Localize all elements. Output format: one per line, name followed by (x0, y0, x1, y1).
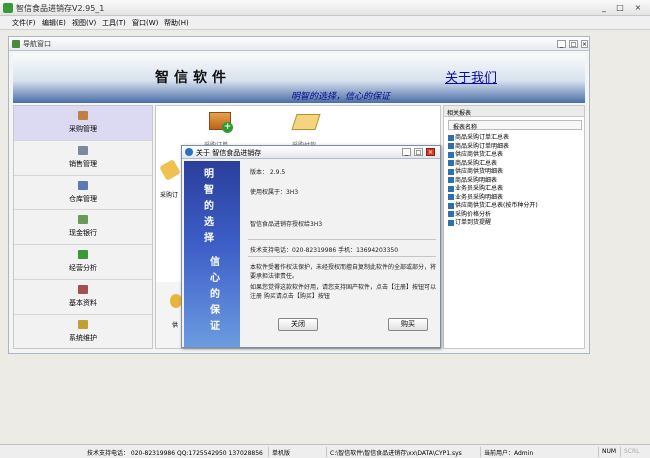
app-icon (3, 3, 13, 13)
payment-shortcut-icon[interactable] (291, 114, 321, 130)
purchase-icon (78, 111, 88, 120)
sidebar-item-maintenance[interactable]: 系统维护 (14, 315, 152, 350)
basic-data-icon (78, 285, 88, 294)
purchase-order-shortcut[interactable]: + (209, 108, 233, 138)
sidebar-item-label: 基本资料 (69, 299, 97, 307)
dialog-close-icon[interactable]: × (426, 148, 435, 156)
side-text-char: 信 (210, 257, 220, 268)
about-dialog: 关于 智信食品进销存 _ □ × 明 智 的 选 择 信 心 的 保 证 版本：… (181, 145, 441, 348)
status-bar: 技术支持电话： 020-82319986 QQ:1725542950 13702… (0, 444, 650, 458)
brand-name: 智信软件 (155, 70, 231, 86)
sales-icon (78, 145, 88, 155)
related-reports-panel: 相关报表 报表名称 商品采购订单汇总表 商品采购订单明细表 供应商供货汇总表 商… (443, 105, 585, 349)
menu-tools[interactable]: 工具(T) (100, 17, 128, 29)
procurement-icon[interactable] (159, 159, 181, 181)
status-num: NUM (598, 447, 619, 457)
side-text-char: 证 (210, 321, 220, 332)
banner: 智信软件 关于我们 明智的选择，信心的保证 (13, 53, 585, 103)
title-bar: 智信食品进销存V2.95_1 _ □ × (0, 0, 650, 16)
about-us-link[interactable]: 关于我们 (445, 67, 497, 86)
about-dialog-title: 关于 智信食品进销存 (196, 149, 262, 157)
register-hint-text: 如果您觉得这款软件好用，请您支持国产软件，点击【注册】按钮可以注册 购买请点击【… (250, 284, 437, 300)
sidebar-item-purchase[interactable]: 采购管理 (14, 106, 152, 141)
side-text-char: 选 (204, 217, 214, 228)
close-button[interactable]: 关闭 (278, 318, 318, 331)
sidebar-item-label: 采购管理 (69, 125, 97, 133)
sidebar-item-basic-data[interactable]: 基本资料 (14, 280, 152, 315)
dialog-minimize-icon[interactable]: _ (402, 148, 411, 156)
supplier-shortcut[interactable]: 供 (156, 282, 184, 348)
minimize-icon[interactable]: _ (598, 2, 610, 13)
app-title: 智信食品进销存V2.95_1 (16, 4, 105, 13)
navigation-window-icon (12, 40, 20, 48)
divider (248, 256, 436, 257)
nav-maximize-icon[interactable]: □ (569, 40, 578, 48)
report-icon (448, 219, 454, 226)
status-current-user: 当前用户：Admin (480, 447, 536, 457)
maximize-icon[interactable]: □ (614, 2, 626, 13)
license-text: 智信食品进销存授权给3H3 (250, 221, 323, 228)
copyright-text: 本软件受著作权法保护，未经授权而擅自复制此软件的全部或部分，将要承担法律责任。 (250, 264, 437, 280)
status-data-path: C:\智信软件\智信食品进销存\xx\DATA\CYP1.sys (326, 447, 465, 457)
sidebar-item-label: 系统维护 (69, 333, 97, 342)
sidebar-item-label: 现金银行 (69, 229, 97, 238)
divider (248, 239, 436, 240)
side-text-char: 保 (210, 305, 220, 316)
warehouse-icon (78, 180, 88, 190)
sidebar-item-analysis[interactable]: 经营分析 (14, 245, 152, 280)
side-text-char: 心 (210, 273, 220, 284)
maintenance-icon (78, 319, 88, 329)
reports-column-header[interactable]: 报表名称 (448, 120, 582, 131)
sidebar-item-label: 经营分析 (69, 264, 97, 273)
reports-panel-title: 相关报表 (444, 106, 584, 117)
menu-edit[interactable]: 编辑(E) (40, 17, 68, 29)
about-side-banner: 明 智 的 选 择 信 心 的 保 证 (184, 161, 240, 347)
procurement-label: 采购订 (160, 192, 179, 199)
nav-close-icon[interactable]: × (581, 40, 588, 48)
about-dialog-titlebar: 关于 智信食品进销存 _ □ × (182, 146, 440, 159)
dialog-maximize-icon[interactable]: □ (414, 148, 423, 156)
sidebar-item-cash[interactable]: 现金银行 (14, 210, 152, 246)
sidebar-item-label: 销售管理 (69, 159, 97, 168)
module-sidebar: 采购管理 销售管理 仓库管理 现金银行 经营分析 基本资料 系统维护 (13, 105, 153, 349)
version-text: 版本： 2.9.5 (250, 169, 286, 176)
side-text-char: 择 (204, 233, 214, 244)
menu-view[interactable]: 视图(V) (70, 17, 98, 29)
cash-icon (78, 215, 88, 225)
menu-file[interactable]: 文件(F) (10, 17, 38, 29)
analysis-icon (78, 250, 88, 260)
side-text-char: 智 (204, 185, 214, 196)
add-icon: + (222, 122, 233, 133)
support-phone-text: 技术支持电话：020-82319986 手机：13694203350 (250, 247, 399, 254)
menu-bar: 文件(F) 编辑(E) 视图(V) 工具(T) 窗口(W) 帮助(H) (0, 16, 650, 30)
nav-minimize-icon[interactable]: _ (557, 40, 566, 48)
sidebar-item-warehouse[interactable]: 仓库管理 (14, 176, 152, 211)
report-item[interactable]: 订单到货提醒 (448, 217, 491, 226)
side-text-char: 的 (204, 201, 214, 212)
slogan: 明智的选择，信心的保证 (291, 92, 391, 102)
status-support: 技术支持电话： 020-82319986 QQ:1725542950 13702… (87, 450, 263, 457)
sidebar-item-sales[interactable]: 销售管理 (14, 141, 152, 176)
status-edition: 单机版 (268, 447, 293, 457)
buy-button[interactable]: 购买 (388, 318, 428, 331)
side-text-char: 明 (204, 169, 214, 180)
supplier-label: 供 (172, 322, 179, 329)
sidebar-item-label: 仓库管理 (69, 194, 97, 203)
license-owner-text: 使用权属于：3H3 (250, 189, 299, 196)
info-icon (185, 148, 193, 156)
menu-help[interactable]: 帮助(H) (162, 17, 191, 29)
menu-window[interactable]: 窗口(W) (130, 17, 160, 29)
status-scrl: SCRL (620, 447, 643, 457)
close-icon[interactable]: × (632, 2, 644, 13)
navigation-window-title: 导航窗口 (23, 40, 51, 48)
navigation-window-titlebar: 导航窗口 _ □ × (9, 37, 589, 51)
side-text-char: 的 (210, 289, 220, 300)
